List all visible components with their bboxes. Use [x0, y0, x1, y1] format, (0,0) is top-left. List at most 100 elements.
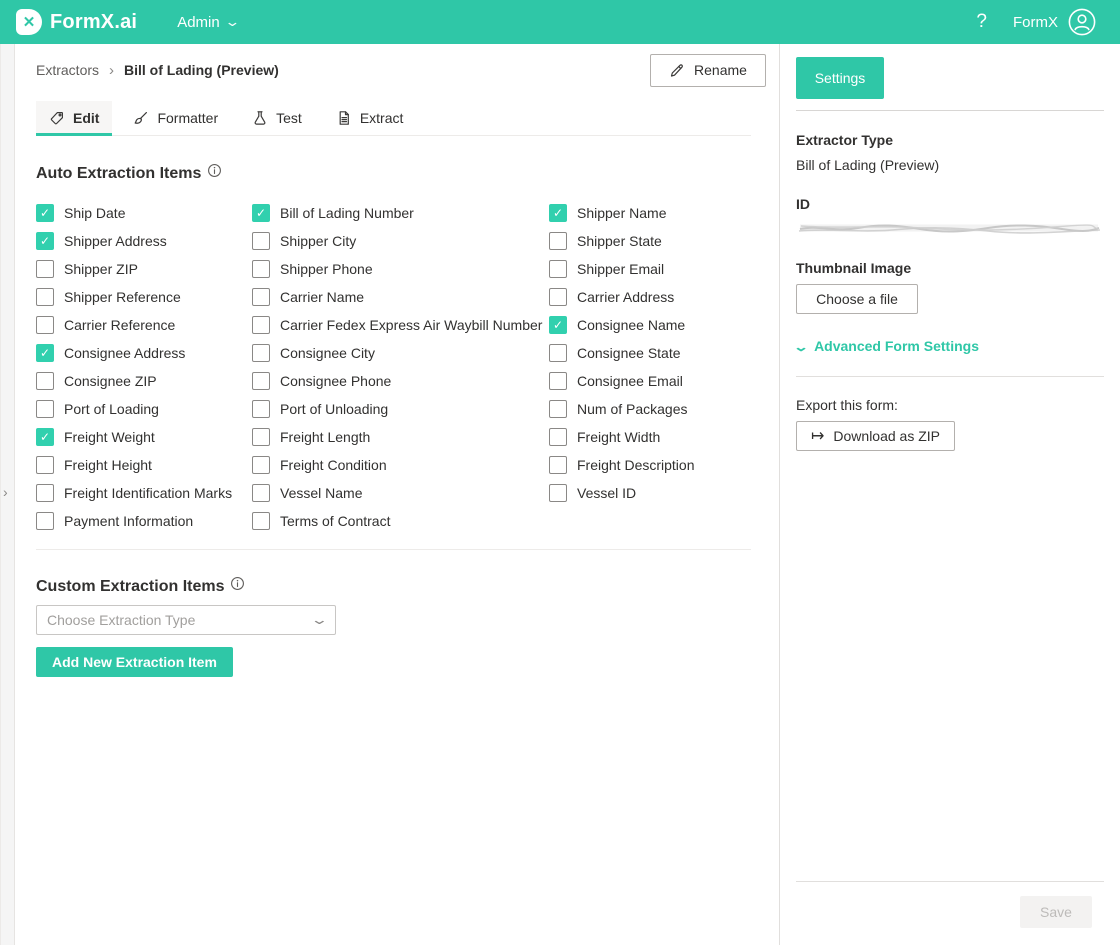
tab-formatter[interactable]: Formatter	[120, 101, 231, 135]
unchecked-checkbox[interactable]	[549, 344, 567, 362]
extraction-item-row: Carrier Address	[549, 288, 695, 306]
admin-menu[interactable]: Admin ⌄	[177, 13, 240, 31]
checked-checkbox[interactable]: ✓	[36, 428, 54, 446]
unchecked-checkbox[interactable]	[549, 428, 567, 446]
unchecked-checkbox[interactable]	[252, 344, 270, 362]
extraction-item-label: Freight Condition	[280, 457, 387, 473]
extraction-item-label: Freight Description	[577, 457, 695, 473]
tab-bar: Edit Formatter Test Extract	[36, 101, 751, 136]
extraction-item-label: Consignee Email	[577, 373, 683, 389]
unchecked-checkbox[interactable]	[36, 512, 54, 530]
info-icon	[208, 164, 222, 177]
panel-divider	[796, 110, 1104, 111]
unchecked-checkbox[interactable]	[549, 372, 567, 390]
rename-button[interactable]: Rename	[650, 53, 766, 87]
unchecked-checkbox[interactable]	[36, 456, 54, 474]
checked-checkbox[interactable]: ✓	[36, 232, 54, 250]
checked-checkbox[interactable]: ✓	[36, 344, 54, 362]
add-extraction-item-button[interactable]: Add New Extraction Item	[36, 647, 233, 677]
extraction-item-row: Shipper Email	[549, 260, 695, 278]
extraction-item-row: Shipper Reference	[36, 288, 252, 306]
advanced-form-settings-label: Advanced Form Settings	[814, 338, 979, 354]
unchecked-checkbox[interactable]	[252, 260, 270, 278]
unchecked-checkbox[interactable]	[549, 400, 567, 418]
checked-checkbox[interactable]: ✓	[549, 316, 567, 334]
unchecked-checkbox[interactable]	[549, 456, 567, 474]
settings-button[interactable]: Settings	[796, 57, 884, 99]
extraction-item-label: Port of Unloading	[280, 401, 389, 417]
formx-logo-icon: ✕	[16, 9, 42, 35]
extraction-item-row: Port of Loading	[36, 400, 252, 418]
unchecked-checkbox[interactable]	[36, 288, 54, 306]
unchecked-checkbox[interactable]	[252, 428, 270, 446]
tab-test[interactable]: Test	[239, 101, 315, 135]
extraction-item-label: Shipper Phone	[280, 261, 373, 277]
account-menu[interactable]: FormX	[1013, 8, 1096, 36]
extraction-item-label: Bill of Lading Number	[280, 205, 414, 221]
extraction-item-label: Consignee ZIP	[64, 373, 157, 389]
unchecked-checkbox[interactable]	[36, 372, 54, 390]
account-name: FormX	[1013, 13, 1058, 31]
extraction-item-row: Payment Information	[36, 512, 252, 530]
extraction-type-dropdown[interactable]: Choose Extraction Type ⌄	[36, 605, 336, 635]
id-redacted-scribble	[798, 224, 1101, 234]
checked-checkbox[interactable]: ✓	[549, 204, 567, 222]
breadcrumb-current: Bill of Lading (Preview)	[124, 62, 279, 78]
unchecked-checkbox[interactable]	[252, 512, 270, 530]
tab-edit[interactable]: Edit	[36, 101, 113, 136]
unchecked-checkbox[interactable]	[252, 316, 270, 334]
unchecked-checkbox[interactable]	[252, 456, 270, 474]
auto-extraction-title: Auto Extraction Items	[36, 164, 779, 183]
extraction-item-row: Freight Description	[549, 456, 695, 474]
section-divider	[36, 549, 751, 550]
breadcrumb-extractors[interactable]: Extractors	[36, 62, 99, 78]
extraction-item-row: Shipper State	[549, 232, 695, 250]
tab-test-label: Test	[276, 110, 302, 126]
unchecked-checkbox[interactable]	[252, 484, 270, 502]
help-icon[interactable]: ?	[976, 11, 987, 33]
extraction-item-row: Carrier Fedex Express Air Waybill Number	[252, 316, 549, 334]
unchecked-checkbox[interactable]	[252, 232, 270, 250]
main-content: Extractors › Bill of Lading (Preview) Re…	[15, 44, 779, 945]
unchecked-checkbox[interactable]	[36, 316, 54, 334]
admin-menu-label: Admin	[177, 13, 220, 31]
unchecked-checkbox[interactable]	[549, 288, 567, 306]
save-button[interactable]: Save	[1020, 895, 1092, 928]
extraction-item-label: Carrier Fedex Express Air Waybill Number	[280, 317, 543, 333]
brush-icon	[135, 112, 148, 124]
unchecked-checkbox[interactable]	[549, 484, 567, 502]
download-zip-button[interactable]: ↦ Download as ZIP	[796, 421, 956, 451]
unchecked-checkbox[interactable]	[549, 232, 567, 250]
extraction-item-row: Carrier Name	[252, 288, 549, 306]
auto-extraction-title-text: Auto Extraction Items	[36, 165, 202, 182]
unchecked-checkbox[interactable]	[252, 400, 270, 418]
advanced-form-settings-toggle[interactable]: ⌄ Advanced Form Settings	[792, 338, 1104, 354]
unchecked-checkbox[interactable]	[36, 484, 54, 502]
unchecked-checkbox[interactable]	[252, 372, 270, 390]
choose-file-button[interactable]: Choose a file	[796, 284, 918, 314]
checked-checkbox[interactable]: ✓	[36, 204, 54, 222]
extraction-item-row: ✓ Bill of Lading Number	[252, 204, 549, 222]
tab-extract[interactable]: Extract	[323, 101, 417, 135]
unchecked-checkbox[interactable]	[549, 260, 567, 278]
extraction-item-row: Consignee Phone	[252, 372, 549, 390]
unchecked-checkbox[interactable]	[36, 260, 54, 278]
unchecked-checkbox[interactable]	[252, 288, 270, 306]
download-zip-label: Download as ZIP	[833, 428, 941, 444]
checked-checkbox[interactable]: ✓	[252, 204, 270, 222]
pencil-icon	[670, 64, 683, 77]
extraction-item-label: Consignee Phone	[280, 373, 392, 389]
tab-extract-label: Extract	[359, 110, 404, 126]
expand-sidebar-chevron-icon[interactable]: ›	[3, 484, 8, 500]
unchecked-checkbox[interactable]	[36, 400, 54, 418]
formx-logo[interactable]: ✕ FormX.ai	[16, 9, 137, 35]
extraction-item-row: Freight Identification Marks	[36, 484, 252, 502]
custom-extraction-title-text: Custom Extraction Items	[36, 578, 225, 595]
settings-panel: Settings Extractor Type Bill of Lading (…	[779, 44, 1120, 945]
extraction-item-label: Shipper City	[280, 233, 357, 249]
extraction-item-label: Consignee State	[577, 345, 681, 361]
extraction-item-row: Shipper ZIP	[36, 260, 252, 278]
extraction-item-row: Vessel Name	[252, 484, 549, 502]
chevron-down-icon: ⌄	[792, 339, 810, 354]
extraction-item-row: ✓ Shipper Address	[36, 232, 252, 250]
